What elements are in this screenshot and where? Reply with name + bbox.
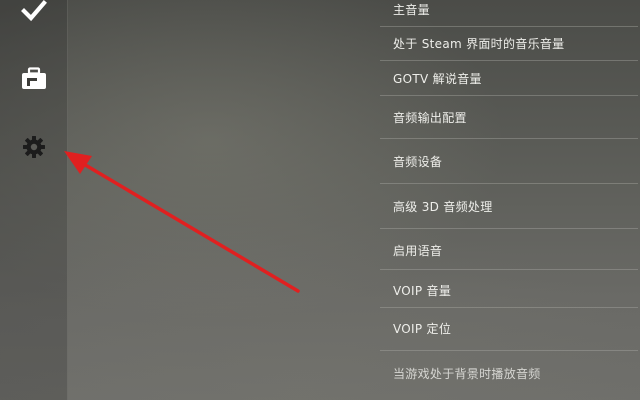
menu-item-label: 音频设备	[393, 155, 443, 169]
menu-item-steam-music-volume[interactable]: 处于 Steam 界面时的音乐音量	[380, 36, 638, 61]
menu-item-label: 音频输出配置	[393, 111, 467, 125]
settings-button[interactable]	[14, 127, 54, 167]
left-sidebar	[0, 0, 68, 400]
menu-item-background-audio[interactable]: 当游戏处于背景时播放音频	[380, 366, 638, 391]
menu-item-enable-voice[interactable]: 启用语音	[380, 243, 638, 270]
gear-icon	[23, 136, 45, 158]
menu-item-label: 主音量	[393, 3, 430, 17]
menu-item-audio-device[interactable]: 音频设备	[380, 154, 638, 184]
menu-item-label: VOIP 定位	[393, 322, 452, 336]
menu-item-advanced-3d-audio[interactable]: 高级 3D 音频处理	[380, 199, 638, 229]
menu-item-voip-volume[interactable]: VOIP 音量	[380, 283, 638, 308]
menu-item-audio-output-config[interactable]: 音频输出配置	[380, 110, 638, 139]
confirm-button[interactable]	[14, 0, 54, 30]
briefcase-icon	[22, 67, 46, 89]
menu-item-label: GOTV 解说音量	[393, 72, 482, 86]
menu-item-voip-positional[interactable]: VOIP 定位	[380, 321, 638, 351]
menu-item-label: VOIP 音量	[393, 284, 452, 298]
menu-item-gotv-volume[interactable]: GOTV 解说音量	[380, 71, 638, 96]
inventory-button[interactable]	[14, 59, 54, 99]
menu-item-label: 高级 3D 音频处理	[393, 200, 493, 214]
audio-settings-menu: 主音量 处于 Steam 界面时的音乐音量 GOTV 解说音量 音频输出配置 音…	[380, 0, 640, 400]
menu-item-label: 启用语音	[393, 244, 443, 258]
menu-item-label: 处于 Steam 界面时的音乐音量	[393, 37, 565, 51]
menu-item-master-volume[interactable]: 主音量	[380, 2, 638, 27]
menu-item-label: 当游戏处于背景时播放音频	[393, 367, 541, 381]
checkmark-icon	[21, 0, 47, 22]
